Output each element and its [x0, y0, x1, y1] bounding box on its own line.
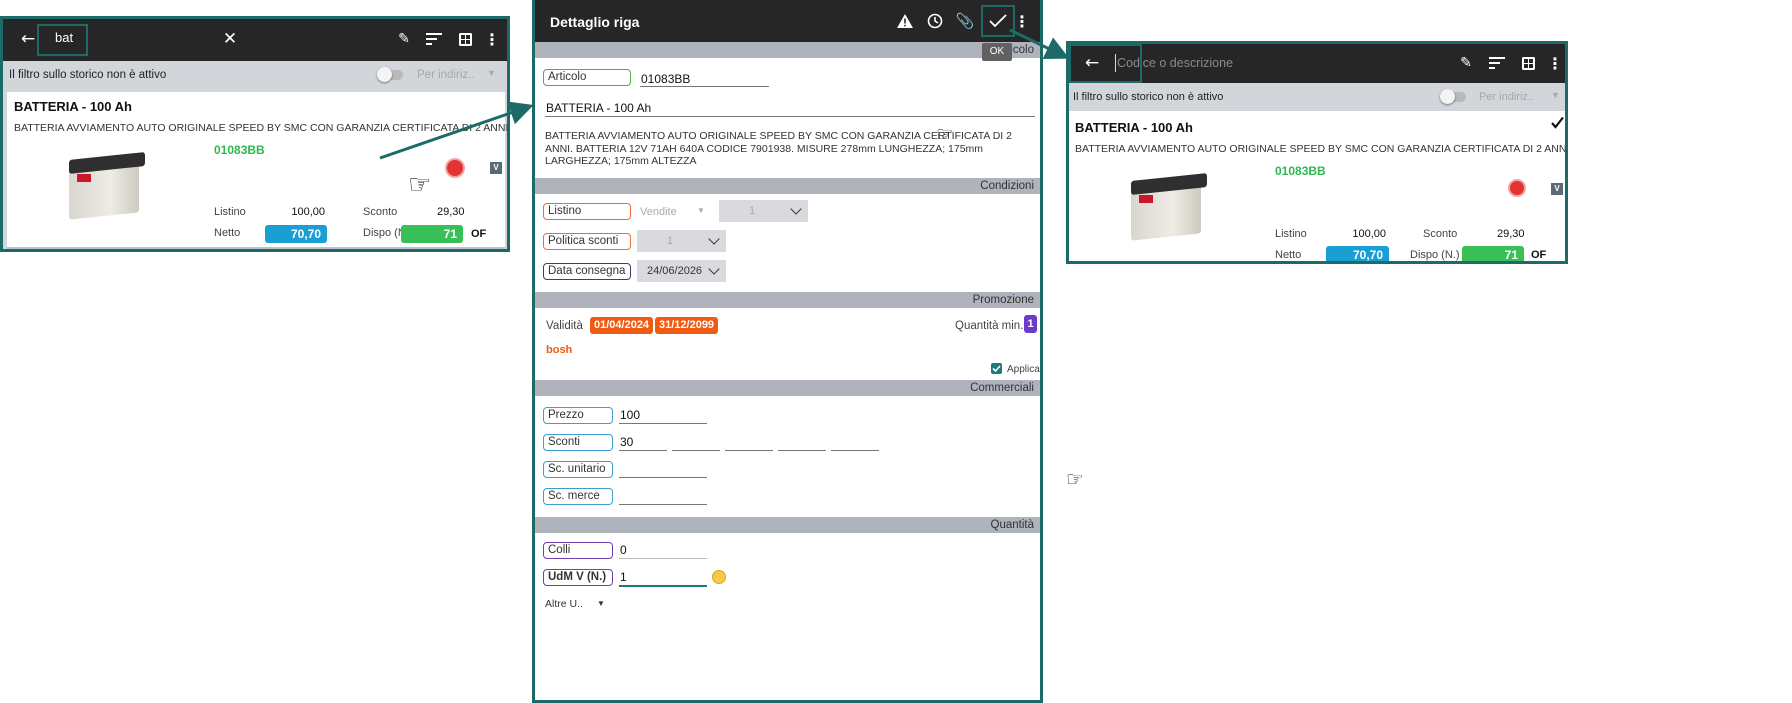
hand-cursor-icon: ☞ — [1066, 467, 1084, 491]
hand-cursor-icon: ☞ — [408, 170, 432, 200]
arrow-middle-to-right — [1009, 28, 1070, 60]
hand-cursor-icon: ☞ — [936, 122, 954, 146]
flow-arrows — [379, 28, 1070, 160]
arrow-left-to-middle — [379, 101, 534, 160]
